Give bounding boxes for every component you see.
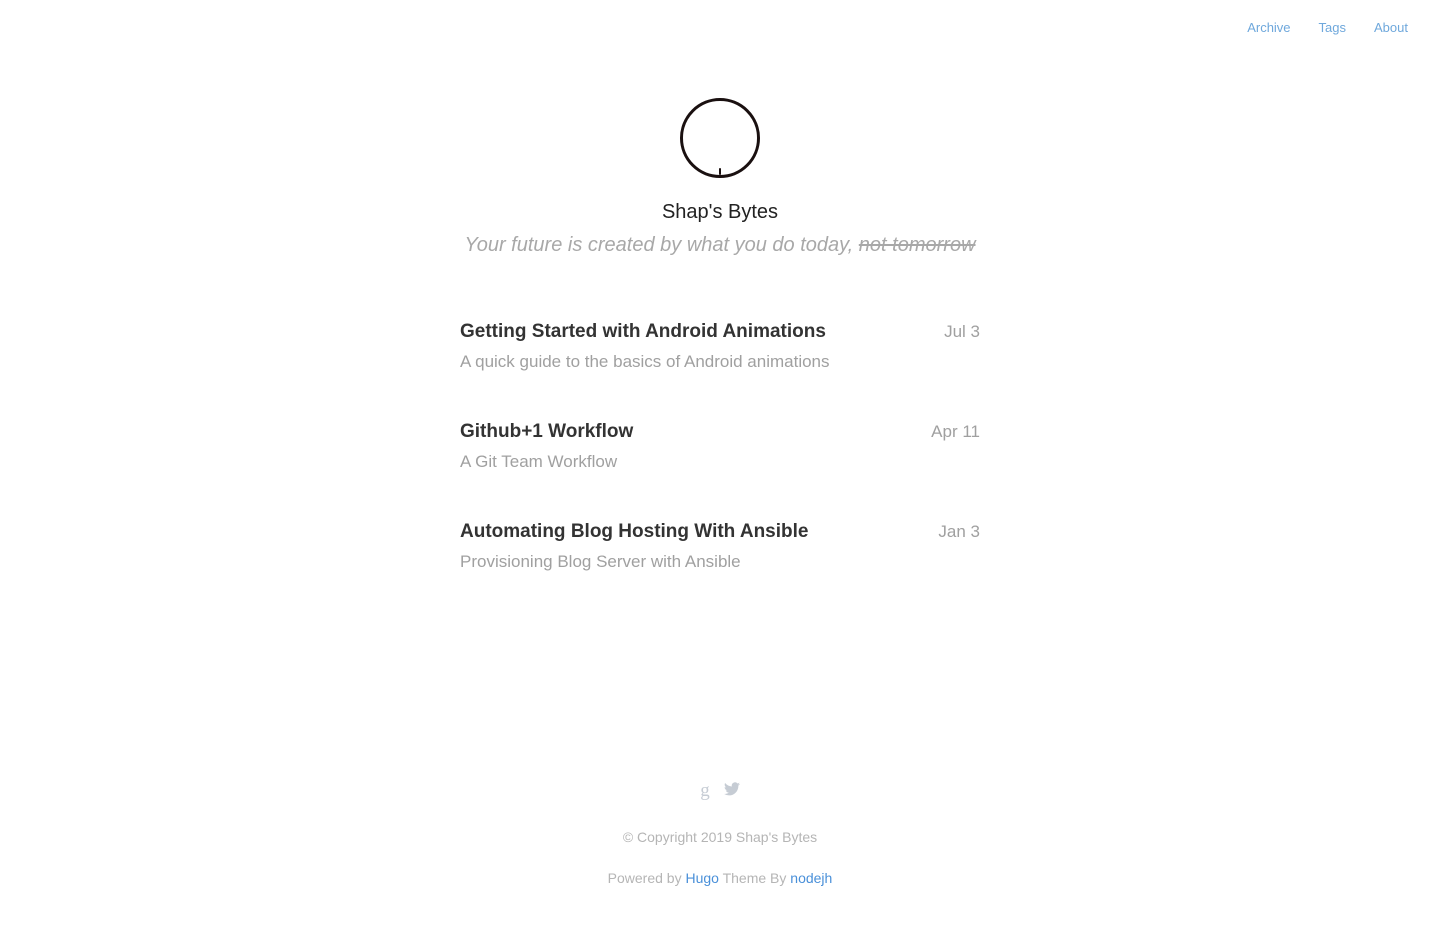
tagline-text: Your future is created by what you do to… [464, 234, 859, 256]
post-date: Jul 3 [944, 322, 980, 341]
post-list: Getting Started with Android Animations … [460, 320, 980, 620]
post-summary: Provisioning Blog Server with Ansible [460, 552, 741, 571]
twitter-icon[interactable] [723, 780, 740, 802]
post-item: Automating Blog Hosting With Ansible Jan… [460, 520, 980, 620]
avatar[interactable] [680, 98, 760, 178]
top-nav: Archive Tags About [1247, 19, 1408, 37]
post-title-link[interactable]: Github+1 Workflow [460, 420, 633, 444]
post-item: Getting Started with Android Animations … [460, 320, 980, 420]
powered-prefix: Powered by [607, 870, 686, 886]
post-summary: A quick guide to the basics of Android a… [460, 352, 830, 371]
theme-by-text: Theme By [718, 870, 791, 886]
social-links: g [0, 780, 1440, 802]
nav-about-link[interactable]: About [1374, 19, 1408, 37]
nav-archive-link[interactable]: Archive [1247, 19, 1290, 37]
theme-author-link[interactable]: nodejh [790, 870, 832, 886]
post-title-link[interactable]: Getting Started with Android Animations [460, 320, 826, 344]
tagline-struck-text: not tomorrow [858, 234, 976, 256]
site-footer: g © Copyright 2019 Shap's Bytes Powered … [0, 780, 1440, 887]
post-date: Jan 3 [938, 522, 980, 541]
post-date: Apr 11 [931, 422, 980, 441]
site-tagline: Your future is created by what you do to… [0, 233, 1440, 257]
site-title[interactable]: Shap's Bytes [0, 200, 1440, 224]
post-title-link[interactable]: Automating Blog Hosting With Ansible [460, 520, 808, 544]
powered-by-line: Powered by Hugo Theme By nodejh [0, 869, 1440, 887]
post-summary: A Git Team Workflow [460, 452, 618, 471]
post-item: Github+1 Workflow Apr 11 A Git Team Work… [460, 420, 980, 520]
site-header: Shap's Bytes Your future is created by w… [0, 98, 1440, 257]
google-plus-icon[interactable]: g [700, 780, 710, 802]
twitter-bird-svg [723, 782, 740, 796]
copyright-text: © Copyright 2019 Shap's Bytes [622, 829, 818, 845]
hugo-link[interactable]: Hugo [685, 870, 718, 886]
nav-tags-link[interactable]: Tags [1319, 19, 1346, 37]
